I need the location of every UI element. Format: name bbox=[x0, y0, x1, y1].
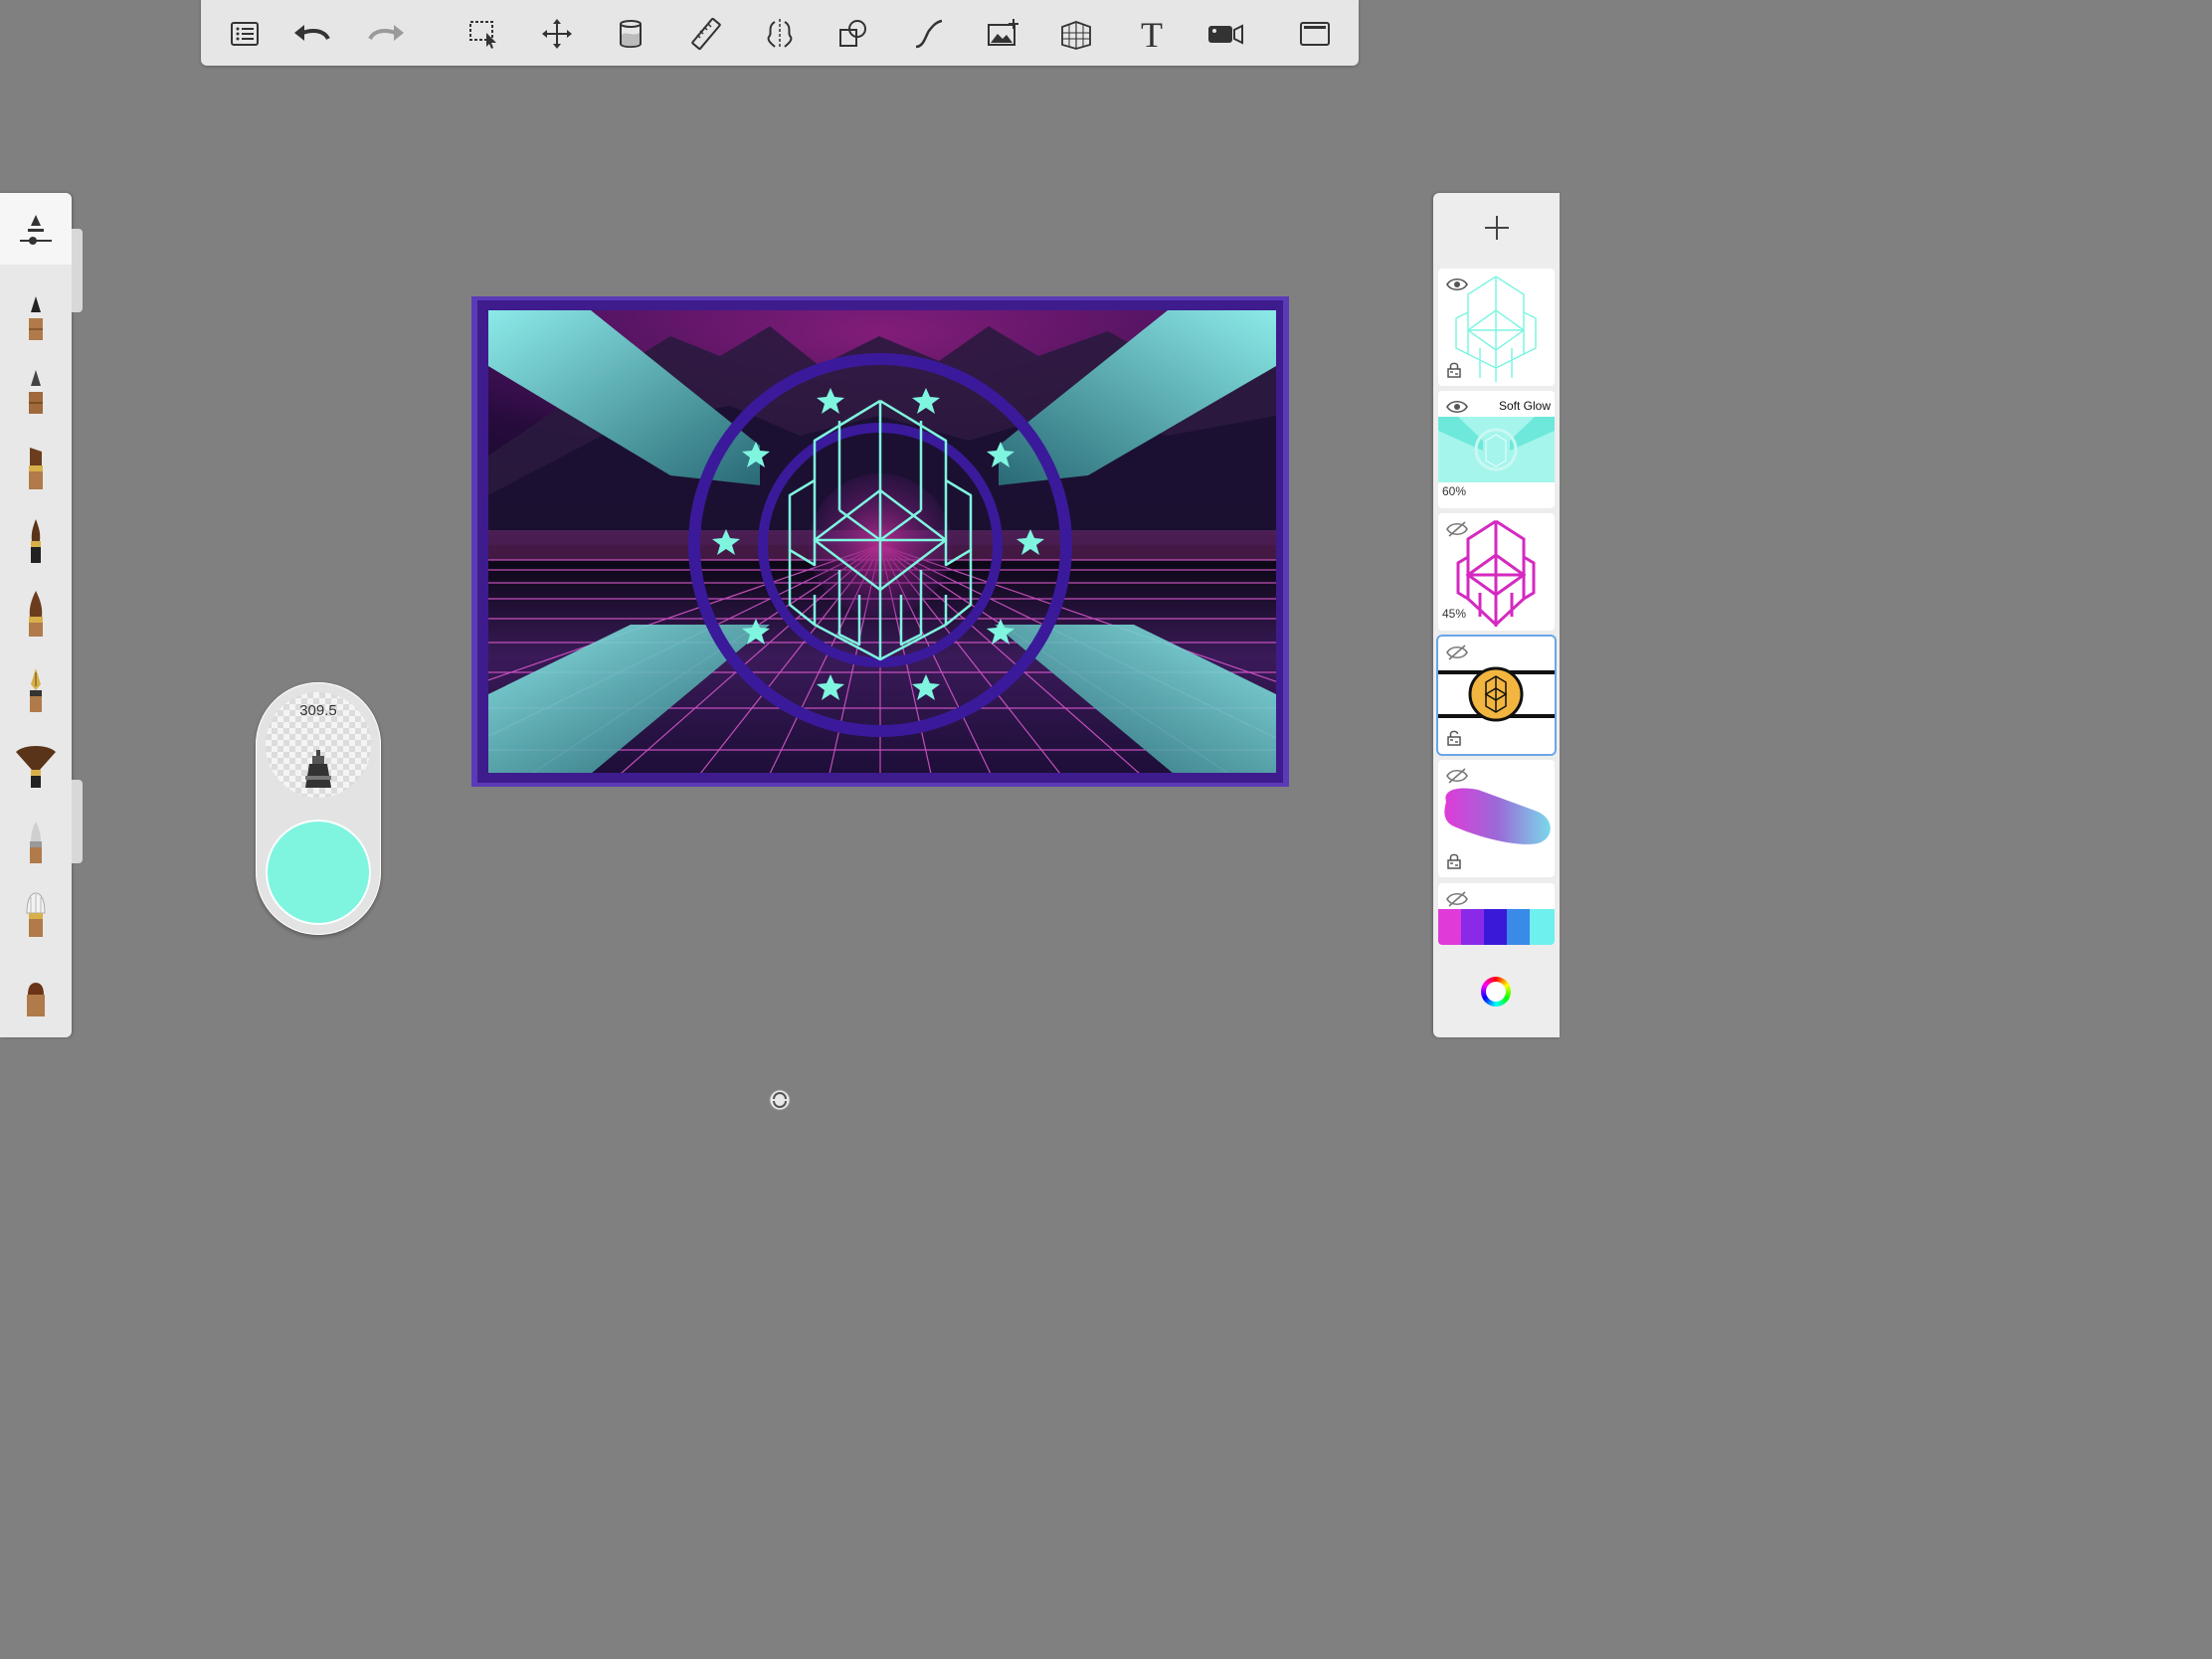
hidden-eye-icon[interactable] bbox=[1446, 891, 1468, 907]
airbrush-preview-icon bbox=[305, 750, 331, 788]
ink-brush[interactable] bbox=[14, 509, 58, 565]
layer-item-active[interactable] bbox=[1438, 637, 1555, 754]
brush-palette-scroll-handle-bottom[interactable] bbox=[72, 780, 83, 863]
selection-icon[interactable] bbox=[461, 12, 505, 56]
marker-brush[interactable] bbox=[14, 436, 58, 491]
layer-item[interactable] bbox=[1438, 760, 1555, 877]
top-toolbar: T bbox=[201, 0, 1359, 66]
lock-icon[interactable] bbox=[1447, 853, 1461, 869]
undo-icon[interactable] bbox=[288, 12, 332, 56]
drawing-canvas[interactable] bbox=[471, 296, 1289, 787]
blender-brush[interactable] bbox=[14, 883, 58, 939]
brush-palette bbox=[0, 193, 72, 1037]
brush-palette-scroll-handle[interactable] bbox=[72, 229, 83, 312]
fan-brush[interactable] bbox=[14, 734, 58, 790]
layer-item[interactable]: Soft Glow 60% bbox=[1438, 391, 1555, 508]
fill-icon[interactable] bbox=[609, 12, 652, 56]
symmetry-icon[interactable] bbox=[758, 12, 802, 56]
color-puck[interactable]: 309.5 bbox=[256, 682, 381, 935]
svg-text:T: T bbox=[1141, 17, 1163, 51]
lock-icon[interactable] bbox=[1447, 362, 1461, 378]
layer-item[interactable]: 45% bbox=[1438, 513, 1555, 631]
eraser-brush[interactable] bbox=[14, 963, 58, 1018]
lock-icon[interactable] bbox=[1447, 730, 1461, 746]
rotate-canvas-icon[interactable] bbox=[769, 1089, 791, 1111]
airbrush[interactable] bbox=[14, 810, 58, 865]
pencil-brush[interactable] bbox=[14, 286, 58, 342]
stroke-icon[interactable] bbox=[907, 12, 951, 56]
list-icon[interactable] bbox=[223, 12, 267, 56]
hidden-eye-icon[interactable] bbox=[1446, 768, 1468, 784]
plus-icon bbox=[1484, 216, 1509, 240]
hidden-eye-icon[interactable] bbox=[1446, 645, 1468, 660]
layer-item[interactable] bbox=[1438, 269, 1555, 386]
brush-size-opacity-puck[interactable]: 309.5 bbox=[266, 692, 371, 798]
color-wheel-icon[interactable] bbox=[1481, 977, 1511, 1007]
fullscreen-icon[interactable] bbox=[1293, 12, 1337, 56]
fountain-pen-brush[interactable] bbox=[14, 658, 58, 714]
visibility-eye-icon[interactable] bbox=[1446, 399, 1468, 415]
layer-panel: Soft Glow 60% 45% bbox=[1433, 193, 1560, 1037]
layer-item[interactable] bbox=[1438, 883, 1555, 945]
add-layer-button[interactable] bbox=[1433, 193, 1560, 263]
record-video-icon[interactable] bbox=[1203, 12, 1247, 56]
hidden-eye-icon[interactable] bbox=[1446, 521, 1468, 537]
brush-properties-icon bbox=[20, 215, 52, 245]
blend-mode-label: Soft Glow bbox=[1498, 399, 1551, 413]
text-icon[interactable]: T bbox=[1130, 12, 1174, 56]
transform-icon[interactable] bbox=[535, 12, 579, 56]
shapes-icon[interactable] bbox=[831, 12, 875, 56]
brush-properties-button[interactable] bbox=[0, 193, 72, 265]
redo-icon[interactable] bbox=[366, 12, 410, 56]
hard-pencil-brush[interactable] bbox=[14, 360, 58, 416]
visibility-eye-icon[interactable] bbox=[1446, 276, 1468, 292]
current-color-swatch[interactable] bbox=[266, 820, 371, 925]
import-image-icon[interactable] bbox=[981, 12, 1024, 56]
ruler-icon[interactable] bbox=[684, 12, 728, 56]
layer-opacity-label: 45% bbox=[1442, 607, 1467, 621]
paint-brush[interactable] bbox=[14, 583, 58, 639]
perspective-icon[interactable] bbox=[1054, 12, 1098, 56]
layer-opacity-label: 60% bbox=[1442, 484, 1467, 498]
